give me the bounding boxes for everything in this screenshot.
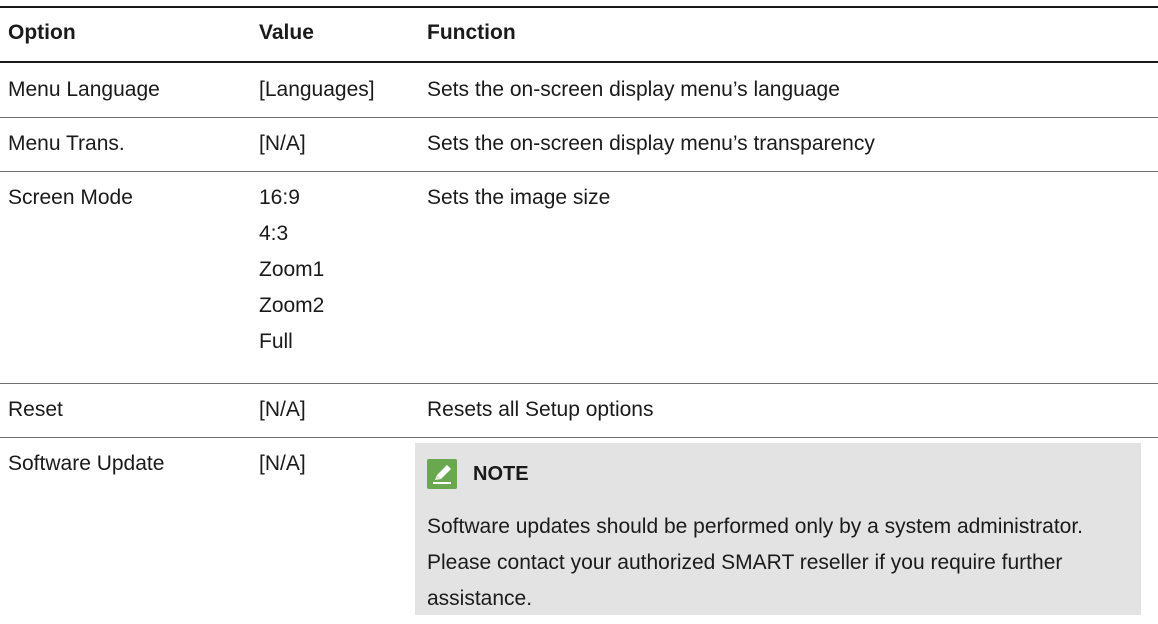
- row-value-software-update: [N/A]: [259, 452, 306, 475]
- setup-options-table: Option Value Function Menu Language [Lan…: [0, 0, 1158, 624]
- note-body: Software updates should be performed onl…: [427, 515, 1084, 610]
- row-option-menu-language: Menu Language: [8, 78, 160, 101]
- row-value-menu-language: [Languages]: [259, 78, 375, 101]
- row-value-reset: [N/A]: [259, 398, 306, 421]
- value-item: Zoom2: [259, 294, 325, 317]
- row-option-menu-trans: Menu Trans.: [8, 132, 125, 155]
- row-divider: [0, 383, 1158, 384]
- row-function-screen-mode: Sets the image size: [427, 186, 611, 209]
- row-function-menu-trans: Sets the on-screen display menu’s transp…: [427, 132, 875, 155]
- value-item: Zoom1: [259, 258, 325, 281]
- table-top-rule: [0, 6, 1158, 8]
- note-box: NOTE Software updates should be performe…: [415, 443, 1141, 615]
- header-option: Option: [8, 21, 76, 44]
- row-divider: [0, 171, 1158, 172]
- row-divider: [0, 437, 1158, 438]
- value-item: 16:9: [259, 186, 300, 209]
- row-value-menu-trans: [N/A]: [259, 132, 306, 155]
- header-value: Value: [259, 21, 314, 44]
- row-values-screen-mode: 16:9 4:3 Zoom1 Zoom2 Full: [259, 183, 324, 363]
- row-option-reset: Reset: [8, 398, 63, 421]
- value-item: Full: [259, 330, 293, 353]
- row-function-reset: Resets all Setup options: [427, 398, 654, 421]
- row-function-menu-language: Sets the on-screen display menu’s langua…: [427, 78, 840, 101]
- row-divider: [0, 117, 1158, 118]
- header-function: Function: [427, 21, 516, 44]
- value-item: 4:3: [259, 222, 289, 245]
- row-option-screen-mode: Screen Mode: [8, 186, 133, 209]
- pencil-icon: [427, 459, 457, 489]
- row-option-software-update: Software Update: [8, 452, 165, 475]
- header-rule: [0, 61, 1158, 63]
- note-title: NOTE: [473, 463, 529, 485]
